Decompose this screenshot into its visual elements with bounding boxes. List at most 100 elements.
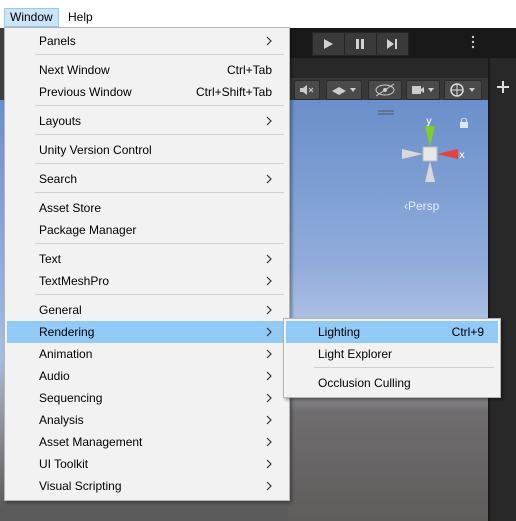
- rendering-submenu: Lighting Ctrl+9 Light Explorer Occlusion Cu…: [283, 318, 501, 398]
- menu-separator: [35, 105, 284, 106]
- scene-view-toolbar: [288, 78, 488, 100]
- menu-item-panels[interactable]: Panels: [7, 30, 286, 52]
- menu-item-textmeshpro[interactable]: TextMeshPro: [7, 270, 286, 292]
- perspective-toggle[interactable]: ‹Persp: [404, 199, 439, 213]
- submenu-item-occlusion-culling[interactable]: Occlusion Culling: [286, 372, 498, 394]
- menu-item-asset-store[interactable]: Asset Store: [7, 197, 286, 219]
- menu-help[interactable]: Help: [63, 8, 98, 27]
- hidden-eye-icon: [375, 83, 395, 97]
- menu-item-package-manager[interactable]: Package Manager: [7, 219, 286, 241]
- submenu-item-label: Occlusion Culling: [318, 376, 411, 390]
- menu-item-next-window[interactable]: Next Window Ctrl+Tab: [7, 59, 286, 81]
- gizmos-dropdown[interactable]: [444, 80, 482, 100]
- menu-separator: [35, 192, 284, 193]
- persp-label: Persp: [408, 199, 440, 213]
- menu-item-label: Visual Scripting: [39, 479, 122, 493]
- chevron-right-icon: [266, 116, 272, 126]
- chevron-right-icon: [266, 371, 272, 381]
- chevron-right-icon: [266, 437, 272, 447]
- menu-item-label: UI Toolkit: [39, 457, 89, 471]
- menu-item-animation[interactable]: Animation: [7, 343, 286, 365]
- menu-item-visual-scripting[interactable]: Visual Scripting: [7, 475, 286, 497]
- effects-icon: [332, 87, 356, 95]
- submenu-item-label: Lighting: [318, 325, 361, 339]
- step-button[interactable]: [376, 32, 409, 56]
- lock-icon[interactable]: [459, 118, 469, 128]
- kebab-menu-icon[interactable]: [470, 35, 476, 49]
- menu-item-label: Panels: [39, 34, 76, 48]
- menu-item-general[interactable]: General: [7, 299, 286, 321]
- menu-item-previous-window[interactable]: Previous Window Ctrl+Shift+Tab: [7, 81, 286, 103]
- right-panel: [488, 58, 516, 521]
- menu-item-label: Unity Version Control: [39, 143, 152, 157]
- menu-separator: [314, 367, 494, 368]
- gizmo-x-label: x: [459, 150, 465, 161]
- drag-handle-icon[interactable]: [378, 110, 394, 116]
- visibility-toggle[interactable]: [368, 80, 402, 100]
- pause-button[interactable]: [344, 32, 377, 56]
- menu-bar: Window Help: [0, 0, 516, 28]
- menu-item-label: Asset Management: [39, 435, 143, 449]
- menu-item-label: Asset Store: [39, 201, 102, 215]
- submenu-item-shortcut: Ctrl+9: [451, 325, 484, 339]
- menu-item-label: Search: [39, 172, 78, 186]
- camera-dropdown[interactable]: [406, 80, 440, 100]
- step-icon: [387, 39, 397, 49]
- pause-icon: [356, 39, 364, 49]
- menu-item-sequencing[interactable]: Sequencing: [7, 387, 286, 409]
- menu-item-analysis[interactable]: Analysis: [7, 409, 286, 431]
- scene-tab-bar: [288, 58, 488, 78]
- menu-item-label: Text: [39, 252, 62, 266]
- menu-item-label: General: [39, 303, 82, 317]
- menu-item-unity-version-control[interactable]: Unity Version Control: [7, 139, 286, 161]
- chevron-right-icon: [266, 305, 272, 315]
- menu-item-layouts[interactable]: Layouts: [7, 110, 286, 132]
- menu-item-text[interactable]: Text: [7, 248, 286, 270]
- window-menu-dropdown: Panels Next Window Ctrl+Tab Previous Window…: [4, 27, 290, 501]
- chevron-right-icon: [266, 393, 272, 403]
- chevron-right-icon: [266, 36, 272, 46]
- menu-item-asset-management[interactable]: Asset Management: [7, 431, 286, 453]
- menu-item-label: Next Window: [39, 63, 110, 77]
- camera-icon: [412, 86, 434, 94]
- menu-item-rendering[interactable]: Rendering: [7, 321, 286, 343]
- chevron-right-icon: [266, 254, 272, 264]
- menu-item-label: Audio: [39, 369, 70, 383]
- menu-item-label: Analysis: [39, 413, 84, 427]
- menu-item-label: Rendering: [39, 325, 95, 339]
- mute-icon: [300, 85, 314, 95]
- gizmo-y-label: y: [426, 116, 432, 127]
- submenu-item-lighting[interactable]: Lighting Ctrl+9: [286, 321, 498, 343]
- menu-item-audio[interactable]: Audio: [7, 365, 286, 387]
- effects-dropdown[interactable]: [326, 80, 362, 100]
- menu-item-label: Sequencing: [39, 391, 103, 405]
- chevron-right-icon: [266, 459, 272, 469]
- menu-separator: [35, 54, 284, 55]
- submenu-item-light-explorer[interactable]: Light Explorer: [286, 343, 498, 365]
- menu-item-label: TextMeshPro: [39, 274, 110, 288]
- editor-toolbar: [288, 28, 516, 58]
- menu-item-label: Animation: [39, 347, 93, 361]
- menu-item-shortcut: Ctrl+Tab: [226, 63, 272, 77]
- play-icon: [324, 39, 333, 49]
- scene-orientation-gizmo[interactable]: y x: [396, 116, 476, 196]
- menu-separator: [35, 134, 284, 135]
- chevron-right-icon: [266, 174, 272, 184]
- menu-window[interactable]: Window: [4, 8, 59, 27]
- menu-item-label: Previous Window: [39, 85, 132, 99]
- menu-item-label: Layouts: [39, 114, 82, 128]
- audio-toggle[interactable]: [294, 80, 320, 100]
- menu-item-shortcut: Ctrl+Shift+Tab: [195, 85, 272, 99]
- play-button[interactable]: [312, 32, 345, 56]
- chevron-right-icon: [266, 481, 272, 491]
- gizmo-sphere-icon: [450, 83, 475, 97]
- menu-item-search[interactable]: Search: [7, 168, 286, 190]
- menu-separator: [35, 243, 284, 244]
- add-icon[interactable]: [496, 80, 510, 94]
- menu-separator: [35, 163, 284, 164]
- menu-separator: [35, 294, 284, 295]
- chevron-right-icon: [266, 327, 272, 337]
- menu-item-ui-toolkit[interactable]: UI Toolkit: [7, 453, 286, 475]
- chevron-right-icon: [266, 349, 272, 359]
- chevron-right-icon: [266, 415, 272, 425]
